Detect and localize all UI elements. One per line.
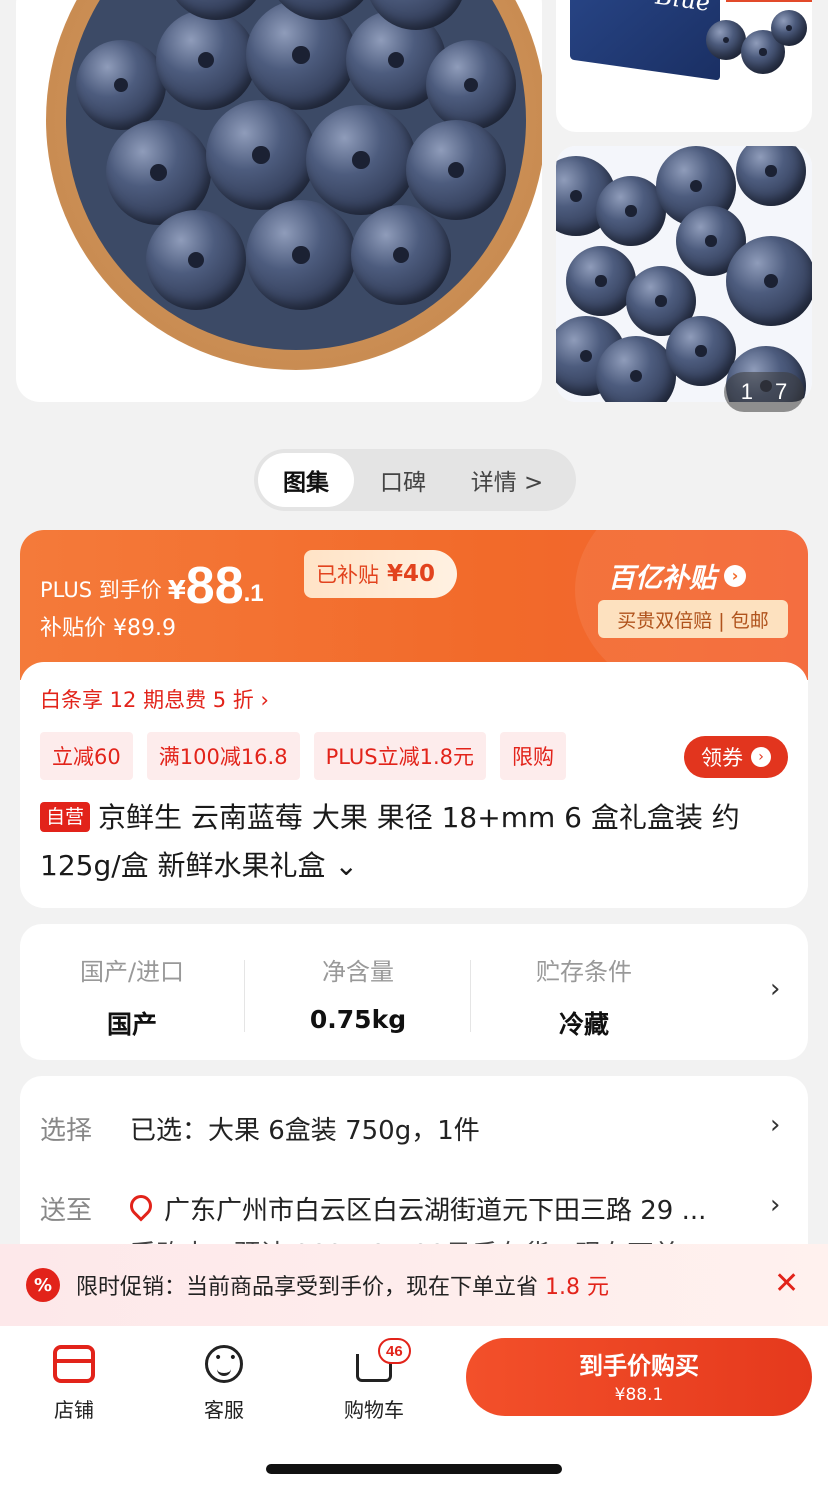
service-label: 客服 xyxy=(204,1398,244,1422)
price-header: PLUS 到手价 ¥ 88 .1 已补贴 ¥40 补贴价 ¥89.9 百亿补贴 … xyxy=(20,530,808,710)
customer-service-icon xyxy=(205,1345,243,1383)
selected-variant[interactable]: 已选：大果 6盒装 750g，1件 xyxy=(130,1110,480,1147)
chevron-right-icon: › xyxy=(751,747,771,767)
spec-value: 0.75kg xyxy=(309,1005,407,1034)
blueberries-closeup-graphic xyxy=(556,146,812,402)
subsidized-badge: 已补贴 ¥40 xyxy=(304,550,458,598)
store-icon xyxy=(53,1345,95,1383)
product-title-text: 京鲜生 云南蓝莓 大果 果径 18+mm 6 盒礼盒装 约 125g/盒 新鲜水… xyxy=(40,801,740,882)
tab-details[interactable]: 详情 > xyxy=(452,453,562,507)
promo-tag[interactable]: 满100减16.8 xyxy=(146,732,300,780)
price-body: 白条享 12 期息费 5 折 › 立减60 满100减16.8 PLUS立减1.… xyxy=(20,662,808,908)
image-gallery[interactable]: Blue 1 7 xyxy=(0,0,828,420)
image-counter: 1 7 xyxy=(724,372,804,412)
gift-box-thumbnail[interactable]: Blue xyxy=(556,0,812,132)
plus-price-label: PLUS 到手价 xyxy=(40,578,162,602)
currency-symbol: ¥ xyxy=(167,576,186,606)
spec-card[interactable]: 国产/进口 国产 净含量 0.75kg 贮存条件 冷藏 › xyxy=(20,924,808,1060)
self-operated-tag: 自营 xyxy=(40,802,91,832)
price-decimal: .1 xyxy=(243,580,264,607)
promo-message-text: 限时促销：当前商品享受到手价，现在下单立省 xyxy=(76,1275,545,1300)
subsidized-amount: ¥40 xyxy=(387,561,436,587)
original-price: 补贴价 ¥89.9 xyxy=(40,616,176,641)
shipping-address[interactable]: 广东广州市白云区白云湖街道元下田三路 29 ... xyxy=(125,1190,707,1227)
installment-offer[interactable]: 白条享 12 期息费 5 折 › xyxy=(40,684,269,714)
image-counter-total: 7 xyxy=(775,379,788,404)
promo-tag[interactable]: PLUS立减1.8元 xyxy=(313,732,486,780)
divider xyxy=(244,960,245,1032)
promo-tag[interactable]: 限购 xyxy=(500,732,566,780)
billion-subsidy-link[interactable]: 百亿补贴 › xyxy=(608,556,746,595)
bottom-action-bar: 店铺 客服 46 购物车 到手价购买 ¥88.1 xyxy=(0,1326,828,1492)
billion-subsidy-label: 百亿补贴 xyxy=(608,563,716,594)
cart-button[interactable]: 46 购物车 xyxy=(324,1338,424,1423)
discount-icon: % xyxy=(26,1268,60,1302)
buy-now-button[interactable]: 到手价购买 ¥88.1 xyxy=(466,1338,812,1416)
cart-label: 购物车 xyxy=(344,1398,404,1422)
tab-reviews[interactable]: 口碑 xyxy=(354,453,452,507)
image-counter-current: 1 xyxy=(740,379,753,404)
blueberry-closeup-thumbnail[interactable] xyxy=(556,146,812,402)
chevron-right-icon[interactable]: › xyxy=(770,1110,780,1140)
promo-message: 限时促销：当前商品享受到手价，现在下单立省 1.8 元 xyxy=(76,1269,609,1301)
spec-key: 净含量 xyxy=(322,958,394,986)
store-label: 店铺 xyxy=(54,1398,94,1422)
main-product-image[interactable] xyxy=(16,0,542,402)
subsidized-label: 已补贴 xyxy=(316,563,379,587)
cart-count-badge: 46 xyxy=(378,1338,411,1364)
spec-origin: 国产/进口 国产 xyxy=(20,952,244,1041)
chevron-right-icon[interactable]: › xyxy=(770,1190,780,1220)
product-title[interactable]: 自营 京鲜生 云南蓝莓 大果 果径 18+mm 6 盒礼盒装 约 125g/盒 新… xyxy=(40,794,788,890)
close-icon[interactable]: ✕ xyxy=(774,1266,799,1301)
buy-price: ¥88.1 xyxy=(614,1385,664,1405)
spec-key: 贮存条件 xyxy=(536,958,632,986)
spec-value: 国产 xyxy=(106,1010,157,1039)
customer-service-button[interactable]: 客服 xyxy=(174,1340,274,1423)
promo-tag[interactable]: 立减60 xyxy=(40,732,133,780)
get-coupon-button[interactable]: 领券 › xyxy=(684,736,788,778)
price-card: PLUS 到手价 ¥ 88 .1 已补贴 ¥40 补贴价 ¥89.9 百亿补贴 … xyxy=(20,530,808,908)
guarantee-badge: 买贵双倍赔 | 包邮 xyxy=(598,600,788,638)
price-integer: 88 xyxy=(185,557,244,615)
plus-price: PLUS 到手价 ¥ 88 .1 xyxy=(40,560,264,612)
box-brand-text: Blue xyxy=(655,0,710,17)
location-pin-icon xyxy=(125,1190,157,1222)
gift-box-graphic: Blue xyxy=(570,0,720,81)
coupon-label: 领券 xyxy=(701,746,743,770)
chevron-right-icon[interactable]: › xyxy=(770,974,780,1004)
promo-toast: % 限时促销：当前商品享受到手价，现在下单立省 1.8 元 ✕ xyxy=(0,1244,828,1326)
spec-net-weight: 净含量 0.75kg xyxy=(246,952,470,1034)
promo-tags: 立减60 满100减16.8 PLUS立减1.8元 限购 xyxy=(40,732,566,780)
chevron-right-icon: › xyxy=(724,564,746,587)
spec-storage: 贮存条件 冷藏 xyxy=(472,952,696,1041)
tab-gallery[interactable]: 图集 xyxy=(258,453,354,507)
ship-to-label: 送至 xyxy=(40,1196,93,1226)
promo-savings: 1.8 元 xyxy=(545,1275,609,1300)
divider xyxy=(470,960,471,1032)
content-tabs: 图集 口碑 详情 > xyxy=(254,449,576,511)
buy-title: 到手价购买 xyxy=(579,1352,699,1380)
spec-value: 冷藏 xyxy=(558,1010,609,1039)
home-indicator xyxy=(266,1464,562,1474)
shipping-address-text: 广东广州市白云区白云湖街道元下田三路 29 ... xyxy=(164,1196,707,1226)
spec-key: 国产/进口 xyxy=(79,958,185,986)
select-label: 选择 xyxy=(40,1116,93,1146)
store-button[interactable]: 店铺 xyxy=(24,1340,124,1423)
box-accent-graphic xyxy=(726,0,812,2)
